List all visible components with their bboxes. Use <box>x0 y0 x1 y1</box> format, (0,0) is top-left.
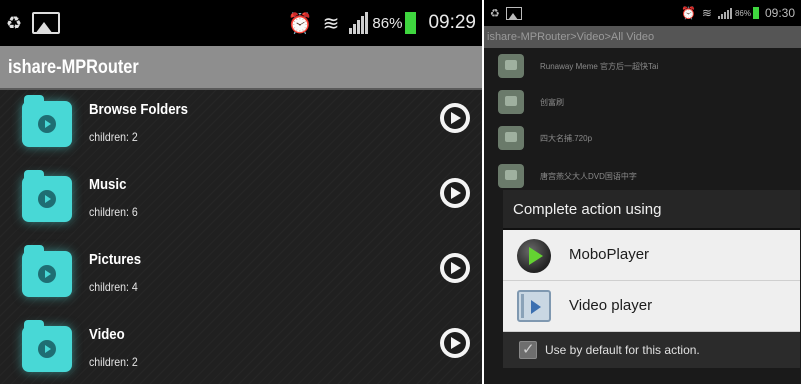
chooser-dialog: Complete action using MoboPlayer Video p… <box>503 190 800 368</box>
list-item-pictures[interactable]: Pictures children: 4 <box>0 240 482 315</box>
folder-icon <box>22 170 72 222</box>
video-list-item[interactable]: 唐宫燕父大人DVD国语中字 <box>484 160 801 194</box>
option-label: MoboPlayer <box>569 246 650 263</box>
video-list-item[interactable]: Runaway Meme 官方后一超快Tai <box>484 50 801 84</box>
list-item-video[interactable]: Video children: 2 <box>0 315 482 384</box>
option-video-player[interactable]: Video player <box>503 281 800 332</box>
clock: 09:29 <box>428 12 476 33</box>
left-screen: ♻ ⏰ ≋ 86% 09:29 ishare-MPRouter Browse F… <box>0 0 482 384</box>
video-list-item[interactable]: 四大名捕.720p <box>484 122 801 156</box>
gallery-icon <box>505 6 522 20</box>
play-icon[interactable] <box>440 328 470 358</box>
item-name: Video <box>89 326 125 343</box>
folder-icon <box>22 95 72 147</box>
app-options: MoboPlayer Video player <box>503 230 800 332</box>
app-title-bar: ishare-MPRouter <box>0 46 482 90</box>
breadcrumb: ishare-MPRouter>Video>All Video <box>484 26 801 48</box>
item-children: children: 2 <box>89 355 138 369</box>
battery-icon <box>405 12 417 34</box>
video-title: 唐宫燕父大人DVD国语中字 <box>540 172 637 181</box>
video-list-item[interactable]: 创富刷 <box>484 86 801 120</box>
app-title: ishare-MPRouter <box>8 57 139 78</box>
wifi-icon: ≋ <box>701 6 712 20</box>
list-item-music[interactable]: Music children: 6 <box>0 165 482 240</box>
item-name: Browse Folders <box>89 101 189 118</box>
moboplayer-icon <box>517 239 551 273</box>
play-icon[interactable] <box>440 178 470 208</box>
item-children: children: 4 <box>89 280 138 294</box>
signal-icon <box>349 12 369 34</box>
video-file-icon <box>498 126 524 150</box>
option-moboplayer[interactable]: MoboPlayer <box>503 230 800 281</box>
default-checkbox[interactable] <box>519 340 537 359</box>
battery-percent: 86% <box>734 8 751 18</box>
play-icon[interactable] <box>440 103 470 133</box>
dialog-title: Complete action using <box>503 190 800 230</box>
video-title: Runaway Meme 官方后一超快Tai <box>540 62 659 71</box>
video-file-icon <box>498 90 524 114</box>
status-bar: ♻ ⏰ ≋ 86% 09:30 <box>484 0 801 26</box>
item-name: Pictures <box>89 251 142 268</box>
clock: 09:30 <box>764 6 795 20</box>
item-name: Music <box>89 176 127 193</box>
item-children: children: 2 <box>89 130 138 144</box>
default-label: Use by default for this action. <box>545 343 700 357</box>
signal-icon <box>717 7 732 19</box>
default-action-row[interactable]: Use by default for this action. <box>503 332 800 368</box>
video-file-icon <box>498 164 524 188</box>
recycle-icon: ♻ <box>6 12 23 33</box>
folder-icon <box>22 245 72 297</box>
gallery-icon <box>32 12 60 34</box>
video-title: 创富刷 <box>540 98 564 107</box>
recycle-icon: ♻ <box>490 7 500 20</box>
right-screen: ♻ ⏰ ≋ 86% 09:30 ishare-MPRouter>Video>Al… <box>484 0 801 384</box>
item-children: children: 6 <box>89 205 138 219</box>
option-label: Video player <box>569 297 653 314</box>
wifi-icon: ≋ <box>322 12 340 35</box>
alarm-icon: ⏰ <box>287 12 313 35</box>
video-player-icon <box>517 290 551 322</box>
battery-icon <box>752 7 759 19</box>
status-bar: ♻ ⏰ ≋ 86% 09:29 <box>0 0 482 46</box>
video-title: 四大名捕.720p <box>540 134 593 143</box>
folder-icon <box>22 320 72 372</box>
video-file-icon <box>498 54 524 78</box>
battery-percent: 86% <box>372 14 403 32</box>
alarm-icon: ⏰ <box>680 6 696 20</box>
list-item-browse-folders[interactable]: Browse Folders children: 2 <box>0 90 482 165</box>
play-icon[interactable] <box>440 253 470 283</box>
